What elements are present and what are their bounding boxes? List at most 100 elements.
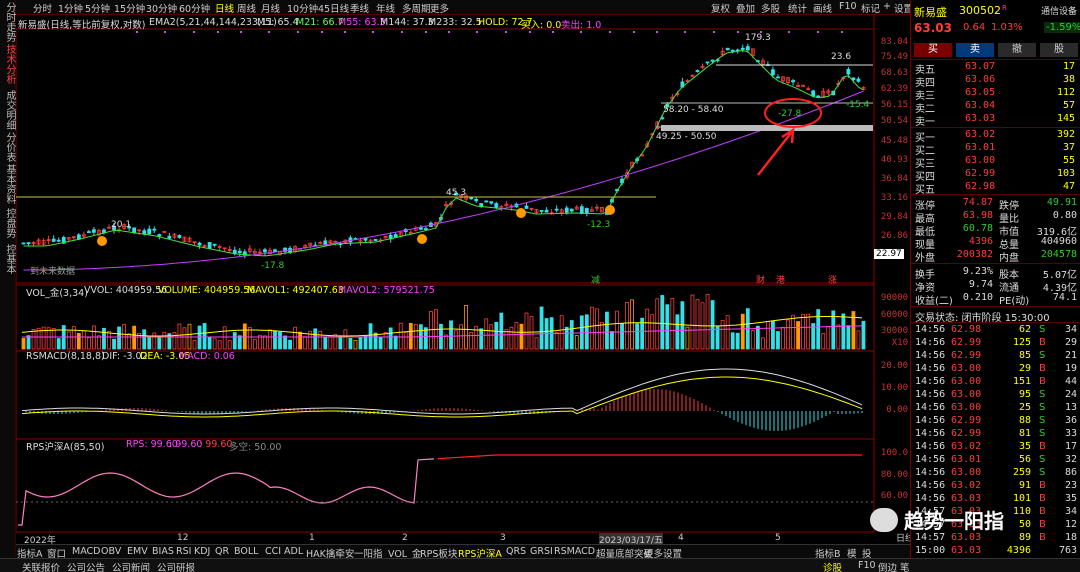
volume-bar [313,328,318,350]
indicator-tab-18[interactable]: GRSI [530,546,553,557]
indicator-tab-6[interactable]: RSI [176,546,191,557]
indicator-tab-8[interactable]: QR [215,546,229,557]
side-tab-3[interactable]: 分价表 [1,132,15,162]
candle-body [554,208,559,211]
signal-dot [684,31,686,33]
toolbar-button-0[interactable]: 复权 [711,1,730,15]
volume-bar [776,331,780,350]
period-tab-1[interactable]: 1分钟 [58,1,83,15]
stat-row: 收益(二) 0.210 PE(动) 74.1 [915,292,1079,307]
tick-row-cell: B [1039,441,1046,452]
toolbar-button-2[interactable]: 多股 [761,1,780,15]
buy-signal-icon [605,205,615,215]
signal-dot [448,31,450,33]
indicator-tab-5[interactable]: BIAS [152,546,174,557]
indicator-tab-9[interactable]: BOLL [234,546,258,557]
status-link-1[interactable]: 公司公告 [67,560,105,572]
candle-body [51,238,56,242]
tick-row: 14:56 63.00 151 B 44 [915,376,1079,389]
indicator-tab-10[interactable]: CCI [265,546,281,557]
period-tab-13[interactable]: 多周期 [402,1,431,15]
tick-row-cell: 86 [1064,467,1077,478]
volume-bar [675,314,680,350]
status-right-2[interactable]: 倒边 [878,560,897,572]
candle-body [725,47,730,51]
side-tab-2[interactable]: 成交明细 [1,90,15,130]
chart-bg [16,15,910,544]
indicator-tab-19[interactable]: RSMACD [554,546,595,557]
tick-row-cell: 23 [1064,480,1077,491]
trade-button-1[interactable]: 卖 [956,43,994,57]
candle-body [263,249,267,253]
indicator-tab-7[interactable]: KDJ [194,546,210,557]
candle-body [167,235,172,239]
toolbar-button-5[interactable]: F10 [839,1,857,12]
volume-bar [796,321,800,350]
stat-row-cell: 404960 [1040,236,1077,247]
status-link-0[interactable]: 关联报价 [22,560,60,572]
candle-body [197,242,202,246]
volume-bar [423,327,428,350]
tick-row-cell: 63.00 [951,402,982,413]
indicator-tab-3[interactable]: OBV [101,546,121,557]
tick-row-cell: 95 [1018,389,1031,400]
volume-bar [348,338,353,350]
volume-bar [298,331,303,350]
side-tab-5[interactable]: 控盘势 [1,208,15,238]
period-tab-2[interactable]: 5分钟 [85,1,110,15]
period-tab-8[interactable]: 月线 [261,1,280,15]
toolbar-button-7[interactable]: + [883,1,891,12]
volume-bar [569,320,574,350]
toolbar-button-6[interactable]: 标记 [861,1,880,15]
side-tab-6[interactable]: 控基本 [1,244,15,274]
bid-row-cell: 103 [1056,168,1075,179]
ask-row-cell: 63.07 [965,61,996,72]
tick-row-cell: 14:56 [915,376,946,387]
ask-row: 卖五 63.07 17 [915,61,1079,76]
chart-area[interactable] [16,15,910,544]
trade-button-2[interactable]: 撤 [998,43,1036,57]
signal-dot [297,31,299,33]
indicator-tab-2[interactable]: MACD [72,546,100,557]
period-tab-9[interactable]: 10分钟 [287,1,318,15]
status-right-0[interactable]: 诊股 [823,560,842,572]
volume-bar [378,337,383,350]
tick-row-cell: 56 [1018,454,1031,465]
side-tab-0[interactable]: 分时走势 [1,2,15,42]
period-tab-0[interactable]: 分时 [33,1,52,15]
indicator-tab-11[interactable]: ADL [284,546,303,557]
trade-button-3[interactable]: 股 [1040,43,1078,57]
side-tab-4[interactable]: 基本资料 [1,164,15,204]
period-tab-10[interactable]: 45日线 [318,1,349,15]
indicator-tab-4[interactable]: EMV [127,546,148,557]
tick-row-cell: 14:56 [915,402,946,413]
tick-row-cell: 35 [1018,441,1031,452]
toolbar-button-1[interactable]: 叠加 [736,1,755,15]
indicator-tab-17[interactable]: QRS [506,546,526,557]
tick-row-cell: 13 [1064,402,1077,413]
period-tab-14[interactable]: 更多 [430,1,449,15]
period-tab-4[interactable]: 30分钟 [146,1,177,15]
tick-row-cell: 29 [1018,363,1031,374]
tick-row-cell: 63.02 [951,441,982,452]
period-tab-3[interactable]: 15分钟 [114,1,145,15]
period-tab-5[interactable]: 60分钟 [179,1,210,15]
status-link-3[interactable]: 公司研报 [157,560,195,572]
side-tab-1[interactable]: 技术分析 [1,44,15,84]
status-right-1[interactable]: F10 [858,560,876,571]
trade-button-0[interactable]: 买 [914,43,952,57]
volume-bar [635,323,640,350]
tick-row-cell: S [1039,415,1046,426]
status-link-2[interactable]: 公司新闻 [112,560,150,572]
period-tab-7[interactable]: 周线 [237,1,256,15]
candle-body [524,205,529,209]
signal-dot [713,31,715,33]
toolbar-button-4[interactable]: 画线 [813,1,832,15]
volume-bar [449,320,453,350]
buy-signal-icon [417,234,427,244]
status-right-3[interactable]: 笔 [900,560,910,572]
period-tab-12[interactable]: 年线 [376,1,395,15]
period-tab-11[interactable]: 季线 [350,1,369,15]
toolbar-button-3[interactable]: 统计 [788,1,807,15]
period-tab-6[interactable]: 日线 [215,1,234,15]
